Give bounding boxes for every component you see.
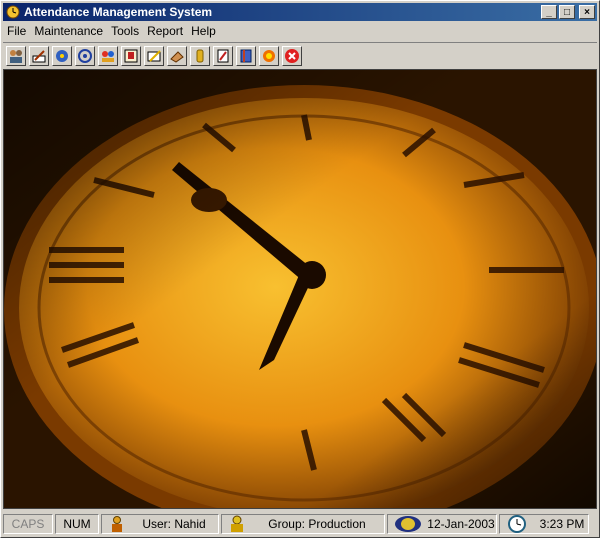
date-label: 12-Jan-2003 [427, 517, 495, 531]
app-window: Attendance Management System _ □ × File … [0, 0, 600, 538]
minimize-button[interactable]: _ [541, 5, 557, 19]
pencil-icon [147, 50, 161, 62]
clock-icon [508, 515, 526, 533]
time-pane: 3:23 PM [499, 514, 589, 534]
toolbar-exit-button[interactable] [282, 46, 302, 66]
user-icon [112, 516, 122, 532]
menu-maintenance[interactable]: Maintenance [30, 24, 107, 38]
menu-bar: File Maintenance Tools Report Help [3, 22, 597, 40]
clock-illustration [4, 70, 596, 508]
toolbar-id-card-button[interactable] [121, 46, 141, 66]
user-label: User: Nahid [142, 517, 206, 531]
settings-icon [56, 50, 68, 62]
target-icon [78, 49, 92, 63]
window-title: Attendance Management System [24, 5, 213, 19]
sun-icon [263, 50, 275, 62]
user-pane: User: Nahid [101, 514, 219, 534]
group-pane: Group: Production [221, 514, 385, 534]
toolbar-edit-button[interactable] [29, 46, 49, 66]
eraser-icon [170, 51, 184, 63]
app-icon [6, 5, 20, 19]
caps-label: CAPS [11, 517, 45, 531]
caps-indicator: CAPS [3, 514, 53, 534]
menu-help[interactable]: Help [187, 24, 220, 38]
toolbar-eraser-button[interactable] [167, 46, 187, 66]
menu-tools[interactable]: Tools [107, 24, 143, 38]
calendar-emblem-icon [395, 516, 421, 532]
maximize-button[interactable]: □ [559, 5, 575, 19]
toolbar-target-button[interactable] [75, 46, 95, 66]
close-button[interactable]: × [579, 5, 595, 19]
group-icon [231, 515, 243, 532]
exit-icon [285, 49, 299, 63]
toolbar-group-button[interactable] [98, 46, 118, 66]
title-bar[interactable]: Attendance Management System _ □ × [3, 3, 597, 21]
toolbar-report-button[interactable] [213, 46, 233, 66]
date-pane: 12-Jan-2003 [387, 514, 497, 534]
menu-report[interactable]: Report [143, 24, 187, 38]
clock-background-image [3, 69, 597, 509]
toolbar-timer-button[interactable] [190, 46, 210, 66]
toolbar-book-button[interactable] [236, 46, 256, 66]
users-icon [10, 50, 22, 63]
edit-icon [32, 50, 46, 63]
id-card-icon [124, 49, 138, 63]
num-indicator: NUM [55, 514, 99, 534]
num-label: NUM [63, 517, 91, 531]
timer-icon [196, 49, 204, 63]
toolbar-settings-button[interactable] [52, 46, 72, 66]
menu-file[interactable]: File [3, 24, 30, 38]
toolbar-sun-button[interactable] [259, 46, 279, 66]
toolbar-users-button[interactable] [6, 46, 26, 66]
status-bar: CAPS NUM User: Nahid Group: Production 1… [3, 512, 597, 536]
toolbar [3, 42, 597, 69]
book-icon [240, 49, 252, 63]
time-label: 3:23 PM [539, 517, 585, 531]
group-icon [102, 51, 114, 62]
toolbar-pencil-button[interactable] [144, 46, 164, 66]
group-label: Group: Production [268, 517, 366, 531]
report-icon [217, 49, 229, 63]
